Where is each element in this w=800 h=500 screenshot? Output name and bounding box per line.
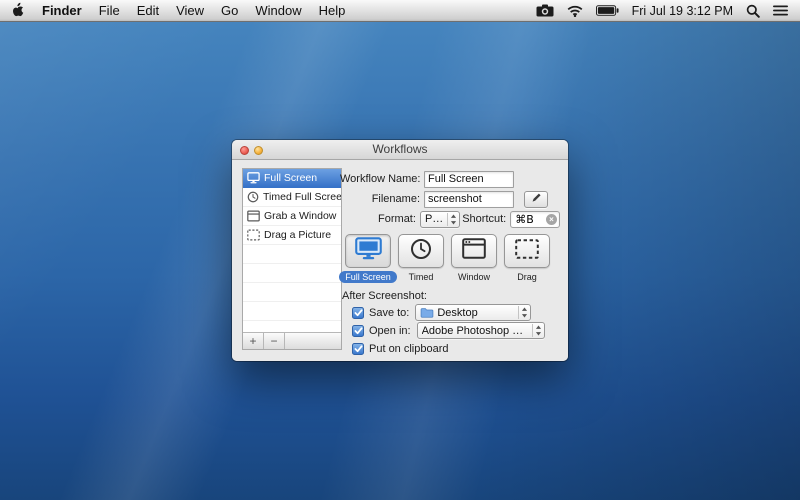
dashed-selection-icon [515,239,539,264]
list-item-label: Timed Full Screen [263,191,341,203]
window-titlebar[interactable]: Workflows [232,140,568,160]
workflow-list: Full Screen Timed Full Screen [242,168,342,350]
monitor-icon [247,172,260,184]
format-value: PNG [425,213,444,225]
menu-window[interactable]: Window [255,3,301,18]
workflow-name-input[interactable] [424,171,514,188]
window-body: Full Screen Timed Full Screen [232,160,568,361]
list-item-empty [243,302,341,321]
capture-mode-group: Full Screen Timed [344,234,551,283]
list-item-empty [243,245,341,264]
format-label: Format: [340,213,416,225]
clipboard-checkbox[interactable] [352,343,364,355]
menu-view[interactable]: View [176,3,204,18]
shortcut-field[interactable]: ⌘B × [510,211,560,228]
notification-center-icon[interactable] [773,5,788,16]
mode-label: Drag [517,271,537,283]
shortcut-value: ⌘B [515,213,546,226]
mode-timed-button[interactable] [398,234,444,268]
mode-label: Full Screen [339,271,397,283]
save-to-label: Save to: [369,307,409,319]
open-in-value: Adobe Photoshop CS5 [422,325,529,337]
list-item-empty [243,321,341,332]
monitor-icon [355,237,382,265]
add-workflow-button[interactable]: + [243,333,264,349]
open-in-label: Open in: [369,325,411,337]
menu-help[interactable]: Help [319,3,346,18]
camera-icon[interactable] [536,4,554,17]
clear-shortcut-icon[interactable]: × [546,214,557,225]
save-to-popup[interactable]: Desktop [415,304,531,321]
apple-logo-icon [12,2,24,20]
list-item-label: Full Screen [264,172,317,184]
popup-arrows-icon [447,213,457,226]
mode-full-screen-button[interactable] [345,234,391,268]
mode-drag-button[interactable] [504,234,550,268]
window-title: Workflows [372,142,427,156]
list-footer: + − [243,332,341,349]
close-button[interactable] [240,146,249,155]
format-popup[interactable]: PNG [420,211,460,228]
mode-window[interactable]: Window [450,234,498,283]
window-icon [462,238,486,264]
menu-finder[interactable]: Finder [42,3,82,18]
after-screenshot-heading: After Screenshot: [342,290,427,302]
popup-arrows-icon [518,306,528,319]
battery-icon[interactable] [596,5,619,16]
list-item-empty [243,283,341,302]
clipboard-label: Put on clipboard [369,343,449,355]
list-item-empty [243,264,341,283]
save-to-checkbox[interactable] [352,307,364,319]
workflow-name-label: Workflow Name: [340,173,420,185]
filename-input[interactable] [424,191,514,208]
menu-edit[interactable]: Edit [137,3,159,18]
workflows-window: Workflows Full Screen [232,140,568,361]
workflow-list-rows: Full Screen Timed Full Screen [243,169,341,332]
popup-arrows-icon [532,324,542,337]
list-item-label: Grab a Window [264,210,336,222]
remove-workflow-button[interactable]: − [264,333,285,349]
shortcut-label: Shortcut: [462,213,506,225]
list-item-grab-a-window[interactable]: Grab a Window [243,207,341,226]
list-item-full-screen[interactable]: Full Screen [243,169,341,188]
mode-label: Timed [409,271,434,283]
folder-icon [420,307,434,318]
save-to-value: Desktop [437,307,515,319]
mode-timed[interactable]: Timed [397,234,445,283]
apple-menu[interactable] [12,2,24,20]
dashed-selection-icon [247,229,260,241]
list-item-drag-a-picture[interactable]: Drag a Picture [243,226,341,245]
mode-drag[interactable]: Drag [503,234,551,283]
wifi-icon[interactable] [567,5,583,17]
mode-label: Window [458,271,490,283]
filename-label: Filename: [340,193,420,205]
minimize-button[interactable] [254,146,263,155]
menu-file[interactable]: File [99,3,120,18]
mode-window-button[interactable] [451,234,497,268]
menu-bar: Finder File Edit View Go Window Help [0,0,800,22]
spotlight-icon[interactable] [746,4,760,18]
desktop[interactable]: Finder File Edit View Go Window Help [0,0,800,500]
mode-full-screen[interactable]: Full Screen [344,234,392,283]
list-item-timed-full-screen[interactable]: Timed Full Screen [243,188,341,207]
pencil-icon [531,190,542,208]
clock-icon [410,238,432,265]
list-item-label: Drag a Picture [264,229,331,241]
workflow-detail-panel: Workflow Name: Filename: [340,168,560,364]
clock-icon [247,191,259,203]
filename-token-button[interactable] [524,191,548,208]
open-in-checkbox[interactable] [352,325,364,337]
open-in-popup[interactable]: Adobe Photoshop CS5 [417,322,545,339]
menu-clock[interactable]: Fri Jul 19 3:12 PM [632,4,733,18]
window-icon [247,210,260,222]
menu-go[interactable]: Go [221,3,238,18]
